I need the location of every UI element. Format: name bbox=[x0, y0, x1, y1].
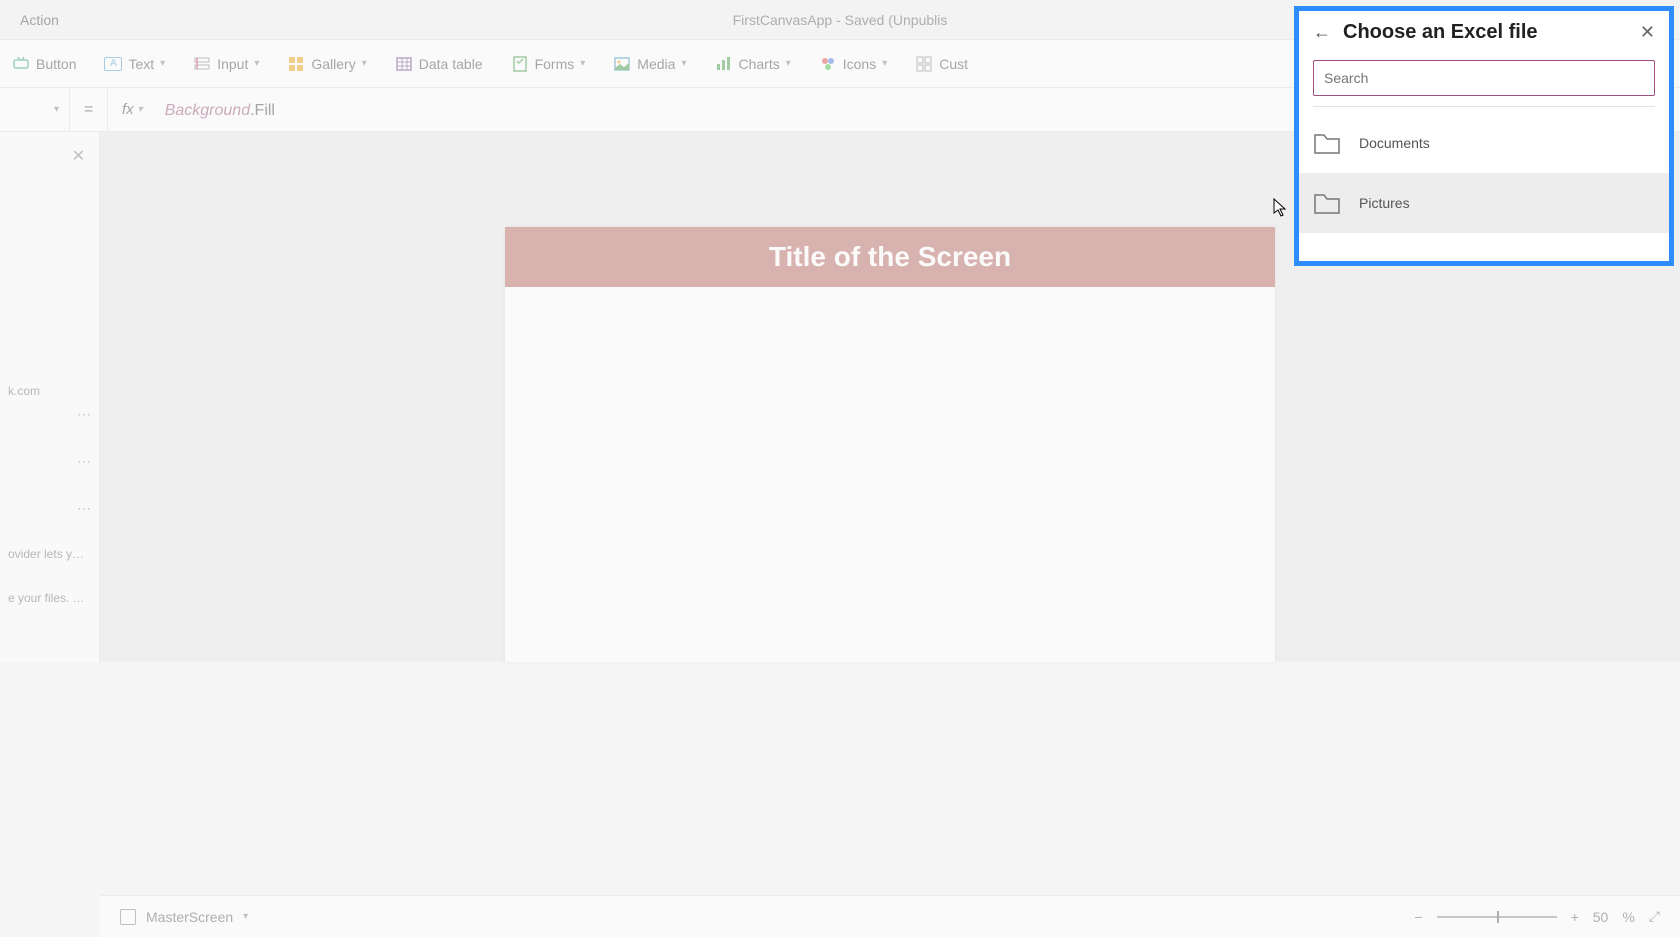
more-icon[interactable]: ⋯ bbox=[8, 453, 91, 470]
app-title: FirstCanvasApp - Saved (Unpublis bbox=[733, 12, 948, 28]
ribbon-text[interactable]: A Text ▾ bbox=[104, 56, 165, 72]
formula-property: .Fill bbox=[250, 102, 275, 119]
folder-pictures[interactable]: Pictures bbox=[1299, 173, 1669, 233]
ribbon-button[interactable]: Button bbox=[12, 55, 76, 73]
panel-item[interactable]: e your files. Yo... bbox=[8, 591, 91, 605]
left-panel: ✕ k.com ⋯ ⋯ ⋯ ovider lets you ... e your… bbox=[0, 132, 100, 662]
charts-icon bbox=[714, 55, 732, 73]
panel-item[interactable]: k.com bbox=[8, 384, 91, 398]
ribbon-charts-label: Charts bbox=[738, 56, 779, 72]
chevron-down-icon: ▾ bbox=[681, 58, 686, 69]
chevron-down-icon: ▾ bbox=[882, 58, 887, 69]
screen-title: Title of the Screen bbox=[769, 241, 1011, 273]
chevron-down-icon: ▾ bbox=[138, 104, 143, 115]
button-icon bbox=[12, 55, 30, 73]
zoom-unit: % bbox=[1622, 909, 1634, 925]
zoom-value: 50 bbox=[1593, 909, 1609, 925]
chevron-down-icon: ▾ bbox=[580, 58, 585, 69]
ribbon-button-label: Button bbox=[36, 56, 76, 72]
panel-item[interactable]: ovider lets you ... bbox=[8, 547, 91, 561]
screen-preview[interactable]: Title of the Screen bbox=[505, 227, 1275, 662]
zoom-out-button[interactable]: − bbox=[1414, 909, 1422, 925]
icons-icon bbox=[819, 55, 837, 73]
back-arrow-icon[interactable]: ← bbox=[1313, 22, 1331, 43]
folder-name: Pictures bbox=[1359, 195, 1410, 211]
chevron-down-icon: ▾ bbox=[362, 58, 367, 69]
panel-title: Choose an Excel file bbox=[1343, 21, 1628, 44]
divider bbox=[1313, 106, 1655, 107]
screen-name[interactable]: MasterScreen bbox=[146, 909, 233, 925]
zoom-slider[interactable] bbox=[1437, 916, 1557, 918]
chevron-down-icon[interactable]: ▾ bbox=[243, 911, 248, 922]
close-icon[interactable]: ✕ bbox=[1640, 22, 1655, 43]
text-icon: A bbox=[104, 57, 122, 71]
ribbon-data-table[interactable]: Data table bbox=[395, 55, 483, 73]
search-input[interactable] bbox=[1313, 60, 1655, 96]
folder-documents[interactable]: Documents bbox=[1299, 113, 1669, 173]
ribbon-charts[interactable]: Charts ▾ bbox=[714, 55, 790, 73]
media-icon bbox=[613, 55, 631, 73]
forms-icon bbox=[511, 55, 529, 73]
close-icon[interactable]: ✕ bbox=[72, 146, 85, 166]
file-list: Documents Pictures bbox=[1299, 113, 1669, 261]
folder-icon bbox=[1313, 131, 1341, 155]
ribbon-icons[interactable]: Icons ▾ bbox=[819, 55, 888, 73]
chevron-down-icon: ▾ bbox=[254, 58, 259, 69]
ribbon-media-label: Media bbox=[637, 56, 675, 72]
custom-icon bbox=[915, 55, 933, 73]
tab-action[interactable]: Action bbox=[10, 12, 69, 28]
folder-name: Documents bbox=[1359, 135, 1430, 151]
ribbon-data-table-label: Data table bbox=[419, 56, 483, 72]
ribbon-icons-label: Icons bbox=[843, 56, 876, 72]
ribbon-text-label: Text bbox=[128, 56, 154, 72]
property-dropdown[interactable]: ▾ bbox=[0, 88, 70, 131]
ribbon-forms[interactable]: Forms ▾ bbox=[511, 55, 586, 73]
more-icon[interactable]: ⋯ bbox=[8, 406, 91, 423]
folder-icon bbox=[1313, 191, 1341, 215]
screen-title-bar: Title of the Screen bbox=[505, 227, 1275, 287]
formula-object: Background bbox=[165, 102, 250, 119]
cursor-icon bbox=[1273, 198, 1289, 223]
ribbon-forms-label: Forms bbox=[535, 56, 575, 72]
fx-label[interactable]: fx ▾ bbox=[108, 101, 157, 118]
ribbon-custom[interactable]: Cust bbox=[915, 55, 968, 73]
chevron-down-icon: ▾ bbox=[786, 58, 791, 69]
input-icon bbox=[193, 55, 211, 73]
equals-sign: = bbox=[70, 88, 108, 131]
zoom-in-button[interactable]: + bbox=[1571, 909, 1579, 925]
gallery-icon bbox=[287, 55, 305, 73]
chevron-down-icon: ▾ bbox=[160, 58, 165, 69]
status-bar: MasterScreen ▾ − + 50 % ⤢ bbox=[100, 895, 1680, 937]
screen-checkbox[interactable] bbox=[120, 909, 136, 925]
ribbon-input[interactable]: Input ▾ bbox=[193, 55, 259, 73]
zoom-controls: − + 50 % ⤢ bbox=[1414, 908, 1660, 925]
data-table-icon bbox=[395, 55, 413, 73]
ribbon-custom-label: Cust bbox=[939, 56, 968, 72]
panel-header: ← Choose an Excel file ✕ bbox=[1299, 11, 1669, 54]
ribbon-media[interactable]: Media ▾ bbox=[613, 55, 686, 73]
ribbon-input-label: Input bbox=[217, 56, 248, 72]
expand-icon[interactable]: ⤢ bbox=[1649, 908, 1660, 925]
chevron-down-icon: ▾ bbox=[54, 104, 59, 115]
excel-file-picker-panel: ← Choose an Excel file ✕ Documents Pictu… bbox=[1294, 6, 1674, 266]
ribbon-gallery[interactable]: Gallery ▾ bbox=[287, 55, 366, 73]
ribbon-gallery-label: Gallery bbox=[311, 56, 355, 72]
more-icon[interactable]: ⋯ bbox=[8, 500, 91, 517]
